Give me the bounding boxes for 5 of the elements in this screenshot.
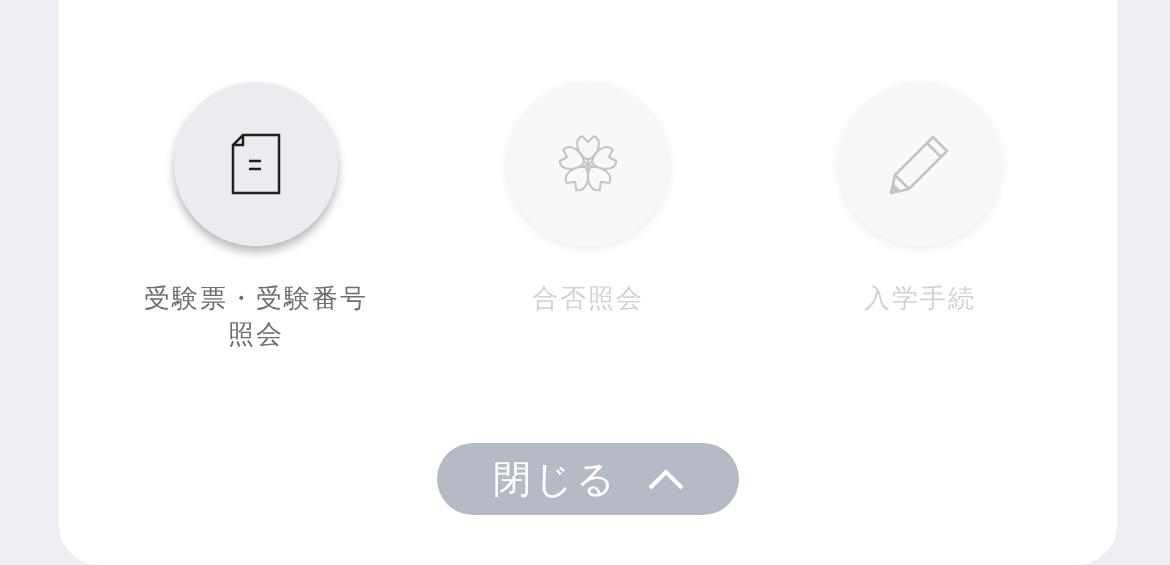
pencil-icon (889, 133, 951, 195)
close-button[interactable]: 閉じる (437, 443, 739, 515)
document-icon (231, 133, 281, 195)
chevron-up-icon (647, 468, 684, 490)
menu-label: 受験票・受験番号照会 (143, 282, 369, 351)
